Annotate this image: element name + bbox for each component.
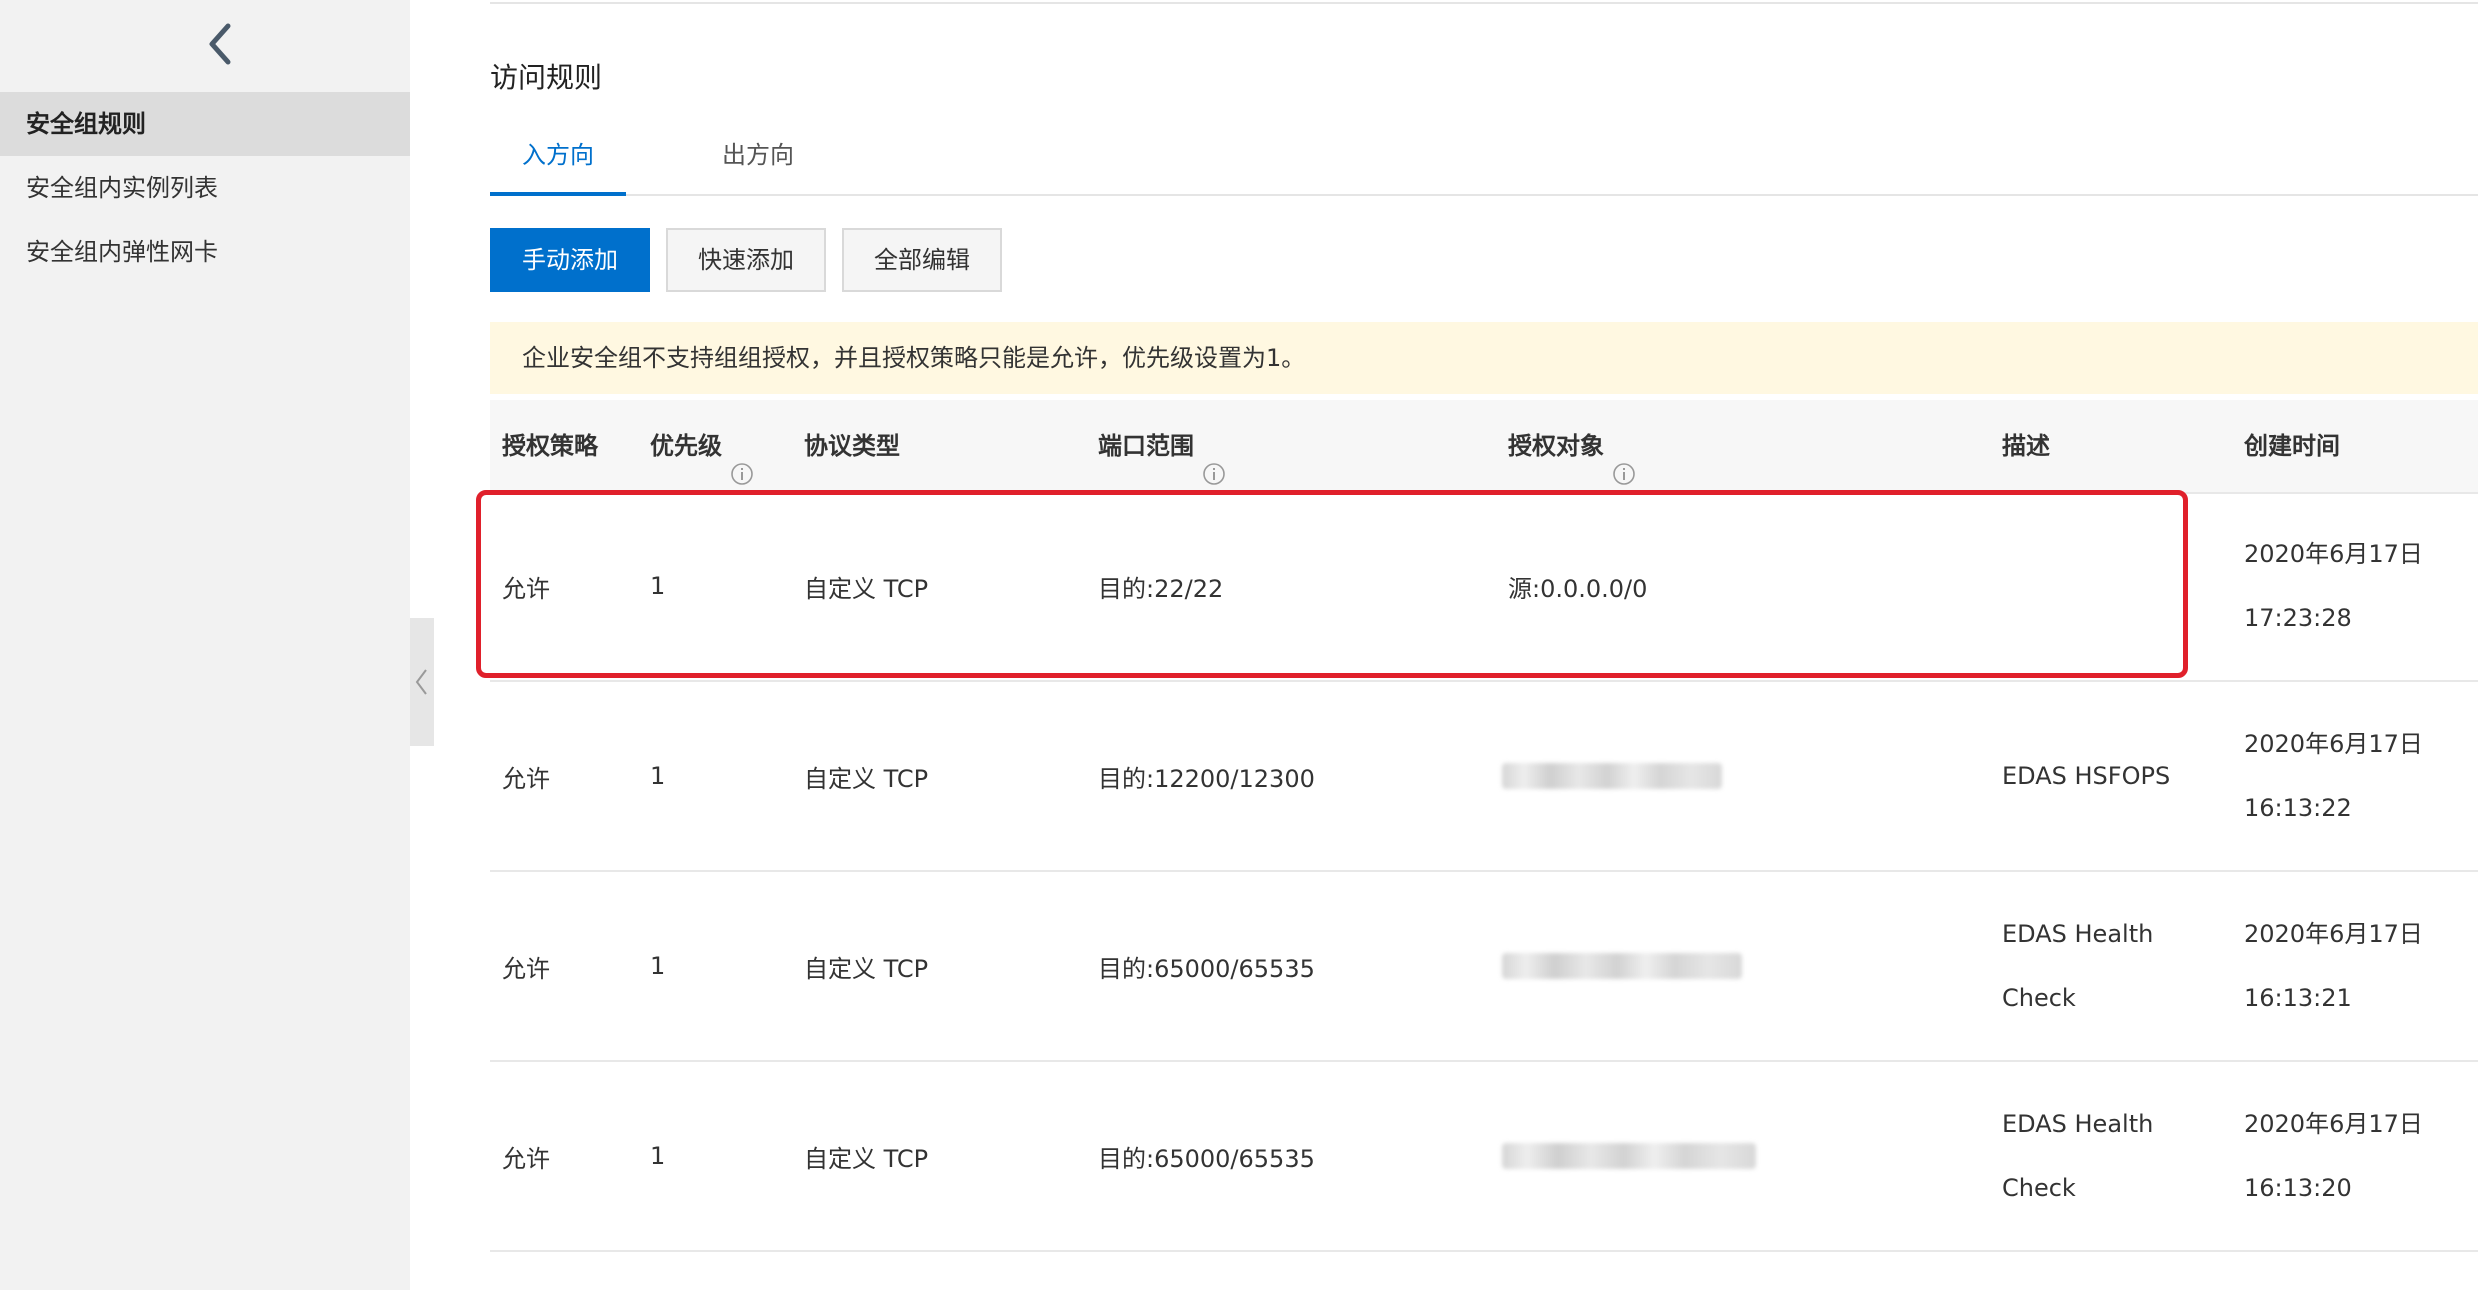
manual-add-button[interactable]: 手动添加 [490, 228, 650, 292]
description-line: EDAS HSFOPS [2002, 762, 2171, 790]
cell-policy: 允许 [502, 764, 550, 793]
redacted-object [1502, 1143, 1756, 1169]
page-title: 访问规则 [490, 61, 603, 94]
cell-object [1502, 872, 1742, 1060]
header-object-label: 授权对象 [1508, 432, 1604, 460]
header-port-label: 端口范围 [1098, 432, 1194, 460]
header-description: 描述 [2002, 400, 2050, 492]
description-line: Check [2002, 1174, 2076, 1202]
redacted-object [1502, 763, 1722, 789]
cell-object [1502, 682, 1722, 870]
cell-created-time: 2020年6月17日 17:23:28 [2244, 492, 2423, 680]
created-date: 2020年6月17日 [2244, 920, 2423, 948]
sidebar-item-elastic-nic[interactable]: 安全组内弹性网卡 [0, 220, 410, 284]
table-row: 允许 1 自定义 TCP 目的:12200/12300 EDAS HSFOPS … [490, 682, 2478, 872]
sidebar: 安全组规则 安全组内实例列表 安全组内弹性网卡 [0, 0, 410, 1290]
sidebar-collapse-handle[interactable] [410, 618, 434, 746]
info-icon[interactable] [1202, 434, 1226, 485]
notice-banner: 企业安全组不支持组组授权，并且授权策略只能是允许，优先级设置为1。 [490, 322, 2478, 394]
back-chevron-icon[interactable] [200, 20, 240, 68]
created-date: 2020年6月17日 [2244, 540, 2423, 568]
header-policy-label: 授权策略 [502, 432, 598, 460]
info-icon[interactable] [730, 434, 754, 485]
cell-port: 目的:65000/65535 [1098, 954, 1315, 983]
cell-protocol: 自定义 TCP [804, 1144, 929, 1173]
header-port: 端口范围 [1098, 400, 1226, 492]
cell-policy: 允许 [502, 954, 550, 983]
created-time: 16:13:21 [2244, 984, 2352, 1012]
table-row: 允许 1 自定义 TCP 目的:65000/65535 EDAS Health … [490, 872, 2478, 1062]
quick-add-button[interactable]: 快速添加 [666, 228, 826, 292]
direction-tabs: 入方向 出方向 [490, 130, 2478, 196]
cell-port: 目的:22/22 [1098, 574, 1224, 603]
header-priority: 优先级 [650, 400, 754, 492]
table-header: 授权策略 优先级 协议类型 端口范围 授权对象 描述 创建时间 [490, 400, 2478, 494]
cell-policy: 允许 [502, 574, 550, 603]
notice-text: 企业安全组不支持组组授权，并且授权策略只能是允许，优先级设置为1。 [522, 344, 1306, 372]
cell-created-time: 2020年6月17日 16:13:22 [2244, 682, 2423, 870]
cell-protocol: 自定义 TCP [804, 954, 929, 983]
cell-priority: 1 [650, 952, 666, 980]
info-icon[interactable] [1612, 434, 1636, 485]
sidebar-item-security-group-rules[interactable]: 安全组规则 [0, 92, 410, 156]
description-line: Check [2002, 984, 2076, 1012]
created-date: 2020年6月17日 [2244, 1110, 2423, 1138]
cell-created-time: 2020年6月17日 16:13:21 [2244, 872, 2423, 1060]
top-divider [490, 2, 2478, 4]
header-priority-label: 优先级 [650, 432, 722, 460]
cell-priority: 1 [650, 572, 666, 600]
created-time: 16:13:20 [2244, 1174, 2352, 1202]
edit-all-button[interactable]: 全部编辑 [842, 228, 1002, 292]
header-description-label: 描述 [2002, 432, 2050, 460]
cell-object [1502, 1062, 1756, 1250]
cell-description: EDAS Health Check [2002, 1062, 2153, 1250]
cell-protocol: 自定义 TCP [804, 764, 929, 793]
cell-priority: 1 [650, 1142, 666, 1170]
header-object: 授权对象 [1508, 400, 1636, 492]
sidebar-item-instance-list[interactable]: 安全组内实例列表 [0, 156, 410, 220]
cell-created-time: 2020年6月17日 16:13:20 [2244, 1062, 2423, 1250]
description-line: EDAS Health [2002, 920, 2154, 948]
header-protocol-label: 协议类型 [804, 432, 900, 460]
description-line: EDAS Health [2002, 1110, 2154, 1138]
table-row: 允许 1 自定义 TCP 目的:22/22 源:0.0.0.0/0 2020年6… [490, 492, 2478, 682]
tab-outbound[interactable]: 出方向 [690, 130, 826, 194]
cell-priority: 1 [650, 762, 666, 790]
created-date: 2020年6月17日 [2244, 730, 2423, 758]
created-time: 17:23:28 [2244, 604, 2352, 632]
header-policy: 授权策略 [502, 400, 598, 492]
redacted-object [1502, 953, 1742, 979]
created-time: 16:13:22 [2244, 794, 2352, 822]
tab-inbound[interactable]: 入方向 [490, 130, 626, 196]
cell-protocol: 自定义 TCP [804, 574, 929, 603]
chevron-left-icon [415, 669, 427, 695]
cell-policy: 允许 [502, 1144, 550, 1173]
header-created-label: 创建时间 [2244, 432, 2340, 460]
table-row: 允许 1 自定义 TCP 目的:65000/65535 EDAS Health … [490, 1062, 2478, 1252]
header-protocol: 协议类型 [804, 400, 900, 492]
cell-port: 目的:65000/65535 [1098, 1144, 1315, 1173]
header-created-time: 创建时间 [2244, 400, 2340, 492]
cell-object: 源:0.0.0.0/0 [1508, 574, 1648, 603]
cell-description: EDAS Health Check [2002, 872, 2153, 1060]
cell-description: EDAS HSFOPS [2002, 682, 2170, 870]
cell-port: 目的:12200/12300 [1098, 764, 1315, 793]
